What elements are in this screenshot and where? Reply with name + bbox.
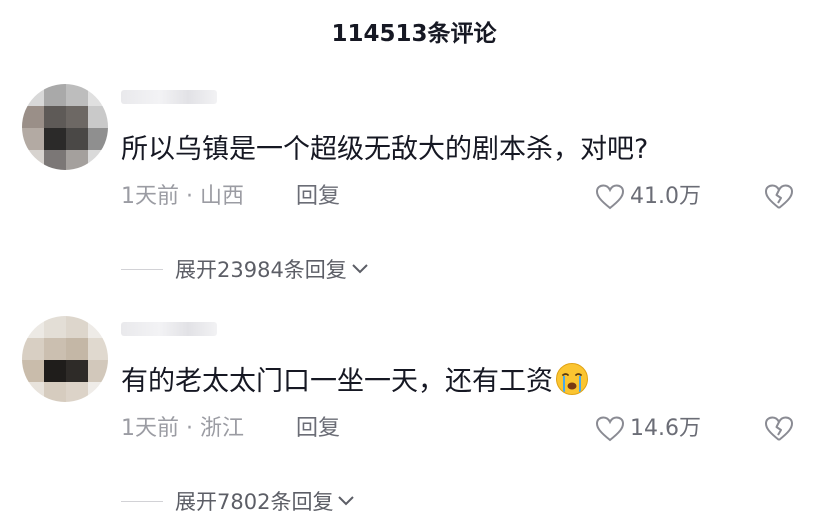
username-blurred[interactable] [121, 90, 217, 104]
avatar[interactable] [22, 316, 108, 402]
like-button[interactable]: 14.6万 [596, 414, 701, 444]
broken-heart-icon [765, 184, 794, 209]
like-button[interactable]: 41.0万 [596, 182, 701, 212]
comment-count-title: 114513条评论 [331, 21, 497, 47]
comment-text-content: 有的老太太门口一坐一天，还有工资 [121, 366, 553, 397]
heart-icon [596, 184, 624, 210]
dislike-button[interactable] [764, 184, 794, 214]
comment-text: 有的老太太门口一坐一天，还有工资 [121, 362, 589, 402]
comment-text: 所以乌镇是一个超级无敌大的剧本杀，对吧? [121, 134, 649, 165]
divider-line [121, 500, 163, 502]
like-count: 41.0万 [630, 184, 701, 209]
comment-meta: 1天前 · 浙江 [121, 416, 244, 441]
expand-replies-label: 展开7802条回复 [175, 490, 334, 514]
username-blurred[interactable] [121, 322, 217, 336]
heart-icon [596, 416, 624, 442]
expand-replies-button[interactable]: 展开23984条回复 [121, 254, 369, 284]
crying-face-icon [556, 363, 588, 395]
broken-heart-icon [765, 416, 794, 441]
chevron-down-icon [338, 496, 355, 506]
reply-button[interactable]: 回复 [296, 414, 340, 444]
comment-meta: 1天前 · 山西 [121, 184, 244, 209]
expand-replies-button[interactable]: 展开7802条回复 [121, 486, 355, 516]
avatar[interactable] [22, 84, 108, 170]
like-count: 14.6万 [630, 416, 701, 441]
reply-button[interactable]: 回复 [296, 182, 340, 212]
expand-replies-label: 展开23984条回复 [175, 258, 347, 282]
divider-line [121, 268, 163, 270]
chevron-down-icon [352, 264, 368, 274]
dislike-button[interactable] [764, 416, 794, 446]
